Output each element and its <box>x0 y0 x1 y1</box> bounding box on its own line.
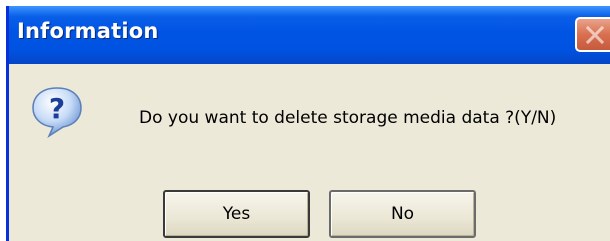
dialog-message: Do you want to delete storage media data… <box>139 108 557 128</box>
window-title: Information <box>17 19 159 43</box>
close-icon <box>585 25 605 45</box>
svg-text:?: ? <box>49 92 65 125</box>
no-button[interactable]: No <box>329 190 476 238</box>
information-dialog: Information ? Do you want to delete stor… <box>6 6 610 241</box>
yes-button[interactable]: Yes <box>163 190 310 238</box>
question-icon: ? <box>32 87 82 138</box>
title-bar[interactable]: Information <box>9 6 610 64</box>
dialog-content: ? Do you want to delete storage media da… <box>9 64 610 241</box>
close-button[interactable] <box>575 17 610 52</box>
